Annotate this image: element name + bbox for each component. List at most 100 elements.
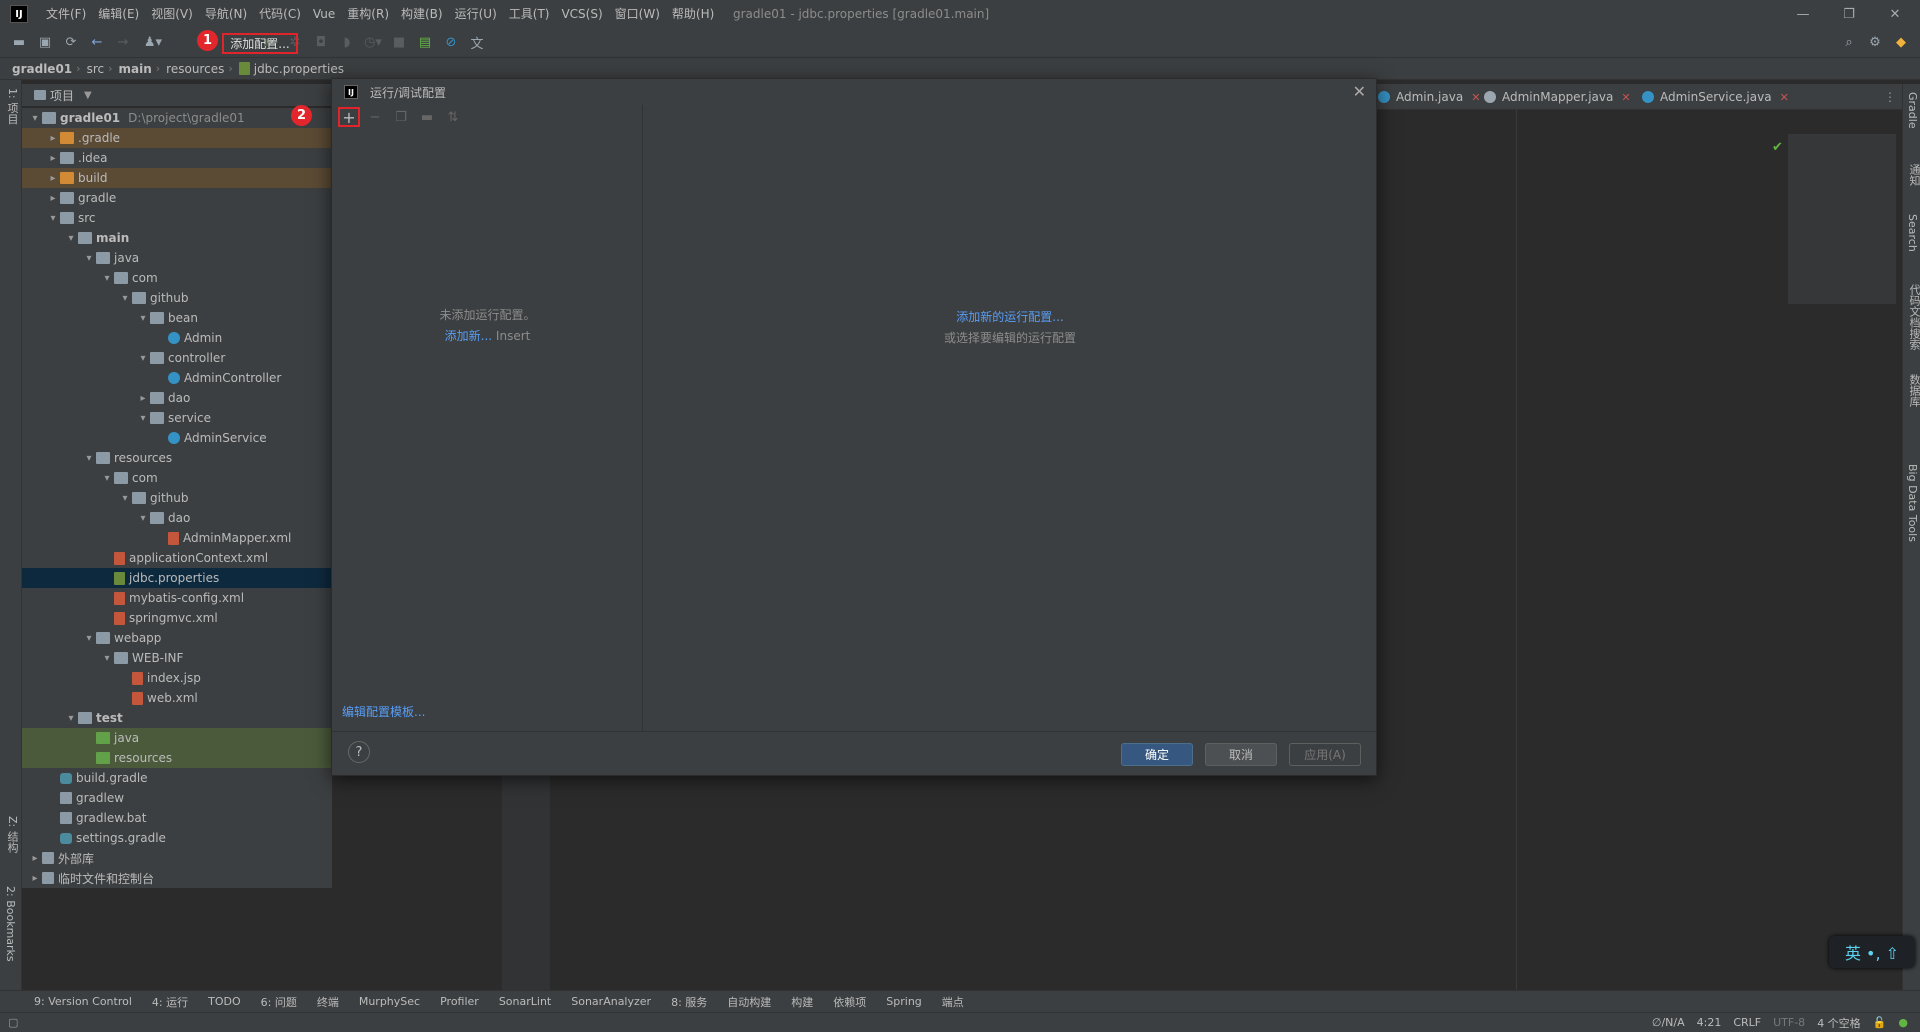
menu-view[interactable]: 视图(V) bbox=[145, 0, 199, 28]
back-icon[interactable]: ← bbox=[86, 32, 108, 54]
project-tool-button[interactable]: 1: 项目 bbox=[4, 88, 20, 124]
tree-item[interactable]: gradlew.bat bbox=[22, 808, 332, 828]
add-new-run-config-link[interactable]: 添加新的运行配置... bbox=[644, 307, 1376, 328]
build-icon[interactable]: ▤ bbox=[414, 32, 436, 54]
tree-item[interactable]: ▾ service bbox=[22, 408, 332, 428]
tab-admin-java[interactable]: Admin.java ✕ bbox=[1378, 84, 1480, 110]
chevron-right-icon[interactable]: ▸ bbox=[46, 173, 60, 184]
menu-code[interactable]: 代码(C) bbox=[253, 0, 307, 28]
chevron-down-icon[interactable]: ▾ bbox=[82, 253, 96, 264]
help-icon[interactable]: ? bbox=[348, 741, 370, 763]
tab-adminservice-java[interactable]: AdminService.java ✕ bbox=[1642, 84, 1789, 110]
add-new-link[interactable]: 添加新... bbox=[445, 329, 492, 343]
tree-item[interactable]: ▸ .idea bbox=[22, 148, 332, 168]
more-tabs-icon[interactable]: ⋮ bbox=[1884, 84, 1896, 110]
tree-item[interactable]: AdminController bbox=[22, 368, 332, 388]
version-control-tool[interactable]: 9: Version Control bbox=[34, 995, 132, 1008]
tree-item[interactable]: jdbc.properties bbox=[22, 568, 332, 588]
tree-item[interactable]: ▾ github bbox=[22, 488, 332, 508]
run-dropdown-icon[interactable]: ◷▾ bbox=[362, 32, 384, 54]
copy-config-icon[interactable]: ❐ bbox=[390, 107, 412, 127]
tree-item[interactable]: mybatis-config.xml bbox=[22, 588, 332, 608]
tree-item[interactable]: ▸ dao bbox=[22, 388, 332, 408]
search-icon[interactable]: ⌕ bbox=[1838, 32, 1860, 54]
sonarlint-tool[interactable]: SonarLint bbox=[499, 995, 551, 1008]
tree-item[interactable]: build.gradle bbox=[22, 768, 332, 788]
tree-item[interactable]: settings.gradle bbox=[22, 828, 332, 848]
menu-file[interactable]: 文件(F) bbox=[40, 0, 92, 28]
chevron-right-icon[interactable]: ▸ bbox=[136, 393, 150, 404]
chevron-down-icon[interactable]: ▾ bbox=[136, 413, 150, 424]
profile-icon[interactable]: ◗ bbox=[336, 32, 358, 54]
murphysec-tool[interactable]: MurphySec bbox=[359, 995, 420, 1008]
tree-item[interactable]: index.jsp bbox=[22, 668, 332, 688]
menu-help[interactable]: 帮助(H) bbox=[666, 0, 720, 28]
move-to-folder-icon[interactable]: ▬ bbox=[416, 107, 438, 127]
cursor-position[interactable]: 4:21 bbox=[1697, 1016, 1722, 1029]
ok-button[interactable]: 确定 bbox=[1121, 743, 1193, 766]
restore-icon[interactable]: ❐ bbox=[1826, 0, 1872, 28]
build-tool[interactable]: 构建 bbox=[791, 994, 813, 1010]
chevron-down-icon[interactable]: ▾ bbox=[136, 353, 150, 364]
bookmarks-tool-button[interactable]: 2: Bookmarks bbox=[4, 886, 17, 962]
crumb-file[interactable]: jdbc.properties bbox=[254, 62, 344, 76]
add-configuration-button[interactable]: 添加配置... bbox=[222, 33, 298, 54]
forward-icon[interactable]: → bbox=[112, 32, 134, 54]
tree-item[interactable]: ▾ com bbox=[22, 268, 332, 288]
menu-build[interactable]: 构建(B) bbox=[395, 0, 449, 28]
tree-item[interactable]: ▾ dao bbox=[22, 508, 332, 528]
tree-item[interactable]: ▾ com bbox=[22, 468, 332, 488]
no-symbol-icon[interactable]: ⊘ bbox=[440, 32, 462, 54]
crumb-project[interactable]: gradle01 bbox=[12, 62, 72, 76]
chevron-down-icon[interactable]: ▾ bbox=[136, 313, 150, 324]
tree-item[interactable]: ▾ WEB-INF bbox=[22, 648, 332, 668]
crumb-src[interactable]: src bbox=[87, 62, 105, 76]
tree-item[interactable]: gradlew bbox=[22, 788, 332, 808]
run-tool[interactable]: 4: 运行 bbox=[152, 994, 188, 1010]
chevron-right-icon[interactable]: ▸ bbox=[46, 133, 60, 144]
vcs-status[interactable]: ∅/N/A bbox=[1652, 1016, 1685, 1029]
terminal-tool[interactable]: 终端 bbox=[317, 994, 339, 1010]
crumb-resources[interactable]: resources bbox=[166, 62, 224, 76]
tree-item[interactable]: AdminMapper.xml bbox=[22, 528, 332, 548]
tree-item[interactable]: ▾ test bbox=[22, 708, 332, 728]
tree-item[interactable]: ▾ gradle01 D:\project\gradle01 bbox=[22, 108, 332, 128]
tree-item[interactable]: AdminService bbox=[22, 428, 332, 448]
tab-adminmapper-java[interactable]: AdminMapper.java ✕ bbox=[1484, 84, 1631, 110]
menu-refactor[interactable]: 重构(R) bbox=[341, 0, 395, 28]
layout-icon[interactable]: ▢ bbox=[8, 1016, 18, 1029]
tree-item[interactable]: ▸ build bbox=[22, 168, 332, 188]
tree-item[interactable]: ▾ java bbox=[22, 248, 332, 268]
chevron-down-icon[interactable]: ▾ bbox=[64, 233, 78, 244]
dependencies-tool[interactable]: 依赖项 bbox=[833, 994, 866, 1010]
translate-icon[interactable]: 文 bbox=[466, 32, 488, 54]
todo-tool[interactable]: TODO bbox=[208, 995, 241, 1008]
chevron-down-icon[interactable]: ▾ bbox=[46, 213, 60, 224]
remove-config-icon[interactable]: − bbox=[364, 107, 386, 127]
minimize-icon[interactable]: — bbox=[1780, 0, 1826, 28]
chevron-down-icon[interactable]: ▾ bbox=[118, 493, 132, 504]
tree-item[interactable]: resources bbox=[22, 748, 332, 768]
chevron-down-icon[interactable]: ▾ bbox=[136, 513, 150, 524]
chevron-down-icon[interactable]: ▾ bbox=[64, 713, 78, 724]
chevron-down-icon[interactable]: ▾ bbox=[100, 473, 114, 484]
tree-item[interactable]: ▸ .gradle bbox=[22, 128, 332, 148]
endpoints-tool[interactable]: 端点 bbox=[942, 994, 964, 1010]
chevron-right-icon[interactable]: ▸ bbox=[46, 193, 60, 204]
close-tab-icon[interactable]: ✕ bbox=[1780, 91, 1789, 104]
search-tool-button[interactable]: Search bbox=[1906, 214, 1919, 252]
open-folder-icon[interactable]: ▬ bbox=[8, 32, 30, 54]
tree-item[interactable]: ▸ 外部库 bbox=[22, 848, 332, 868]
plugin-status-icon[interactable]: ● bbox=[1898, 1016, 1908, 1029]
tree-item[interactable]: java bbox=[22, 728, 332, 748]
dialog-close-icon[interactable]: ✕ bbox=[1353, 82, 1366, 101]
tree-item[interactable]: ▾ controller bbox=[22, 348, 332, 368]
add-config-plus-icon[interactable]: + bbox=[338, 107, 360, 127]
code-minimap[interactable] bbox=[1788, 134, 1896, 304]
problems-tool[interactable]: 6: 问题 bbox=[261, 994, 297, 1010]
cancel-button[interactable]: 取消 bbox=[1205, 743, 1277, 766]
sort-icon[interactable]: ⇅ bbox=[442, 107, 464, 127]
tree-item[interactable]: ▸ 临时文件和控制台 bbox=[22, 868, 332, 888]
close-tab-icon[interactable]: ✕ bbox=[1621, 91, 1630, 104]
sonaranalyzer-tool[interactable]: SonarAnalyzer bbox=[571, 995, 651, 1008]
